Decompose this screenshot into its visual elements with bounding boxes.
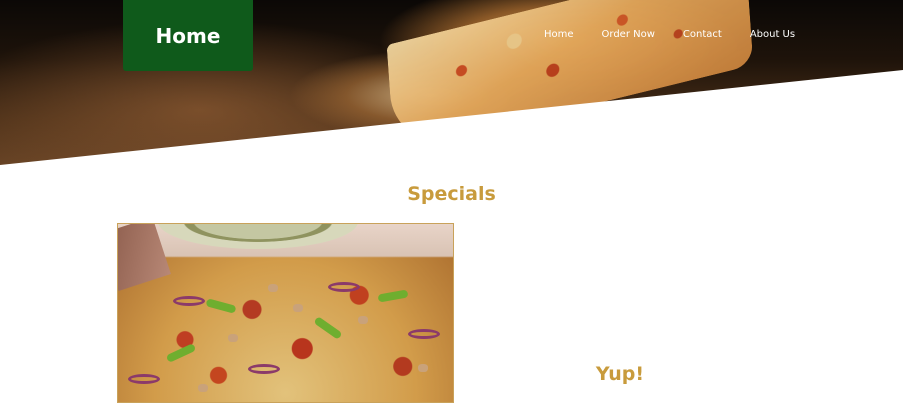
sausage-topping — [228, 334, 238, 342]
sausage-topping — [293, 304, 303, 312]
special-caption: Yup! — [595, 363, 645, 385]
onion-topping — [173, 296, 205, 306]
plate-decoration — [158, 224, 358, 249]
sausage-topping — [268, 284, 278, 292]
onion-topping — [128, 374, 160, 384]
onion-topping — [408, 329, 440, 339]
nav-link-home[interactable]: Home — [530, 27, 588, 43]
nav-link-contact[interactable]: Contact — [669, 27, 736, 43]
sausage-topping — [418, 364, 428, 372]
hero-pizza-image — [386, 0, 754, 154]
sausage-topping — [358, 316, 368, 324]
pepper-topping — [205, 298, 237, 314]
pepper-topping — [313, 316, 343, 340]
pepper-topping — [377, 289, 409, 303]
onion-topping — [328, 282, 360, 292]
pepper-topping — [165, 343, 197, 363]
home-logo-button[interactable]: Home — [123, 0, 253, 71]
page: Home Home Order Now Contact About Us Spe… — [0, 0, 903, 403]
main-nav: Home Order Now Contact About Us — [530, 27, 809, 43]
onion-topping — [248, 364, 280, 374]
nav-link-order-now[interactable]: Order Now — [588, 27, 669, 43]
napkin-decoration — [118, 224, 171, 292]
nav-link-about-us[interactable]: About Us — [736, 27, 809, 43]
sausage-topping — [198, 384, 208, 392]
home-logo-label: Home — [155, 23, 221, 48]
specials-heading: Specials — [407, 183, 496, 205]
special-pizza-image — [117, 223, 454, 403]
